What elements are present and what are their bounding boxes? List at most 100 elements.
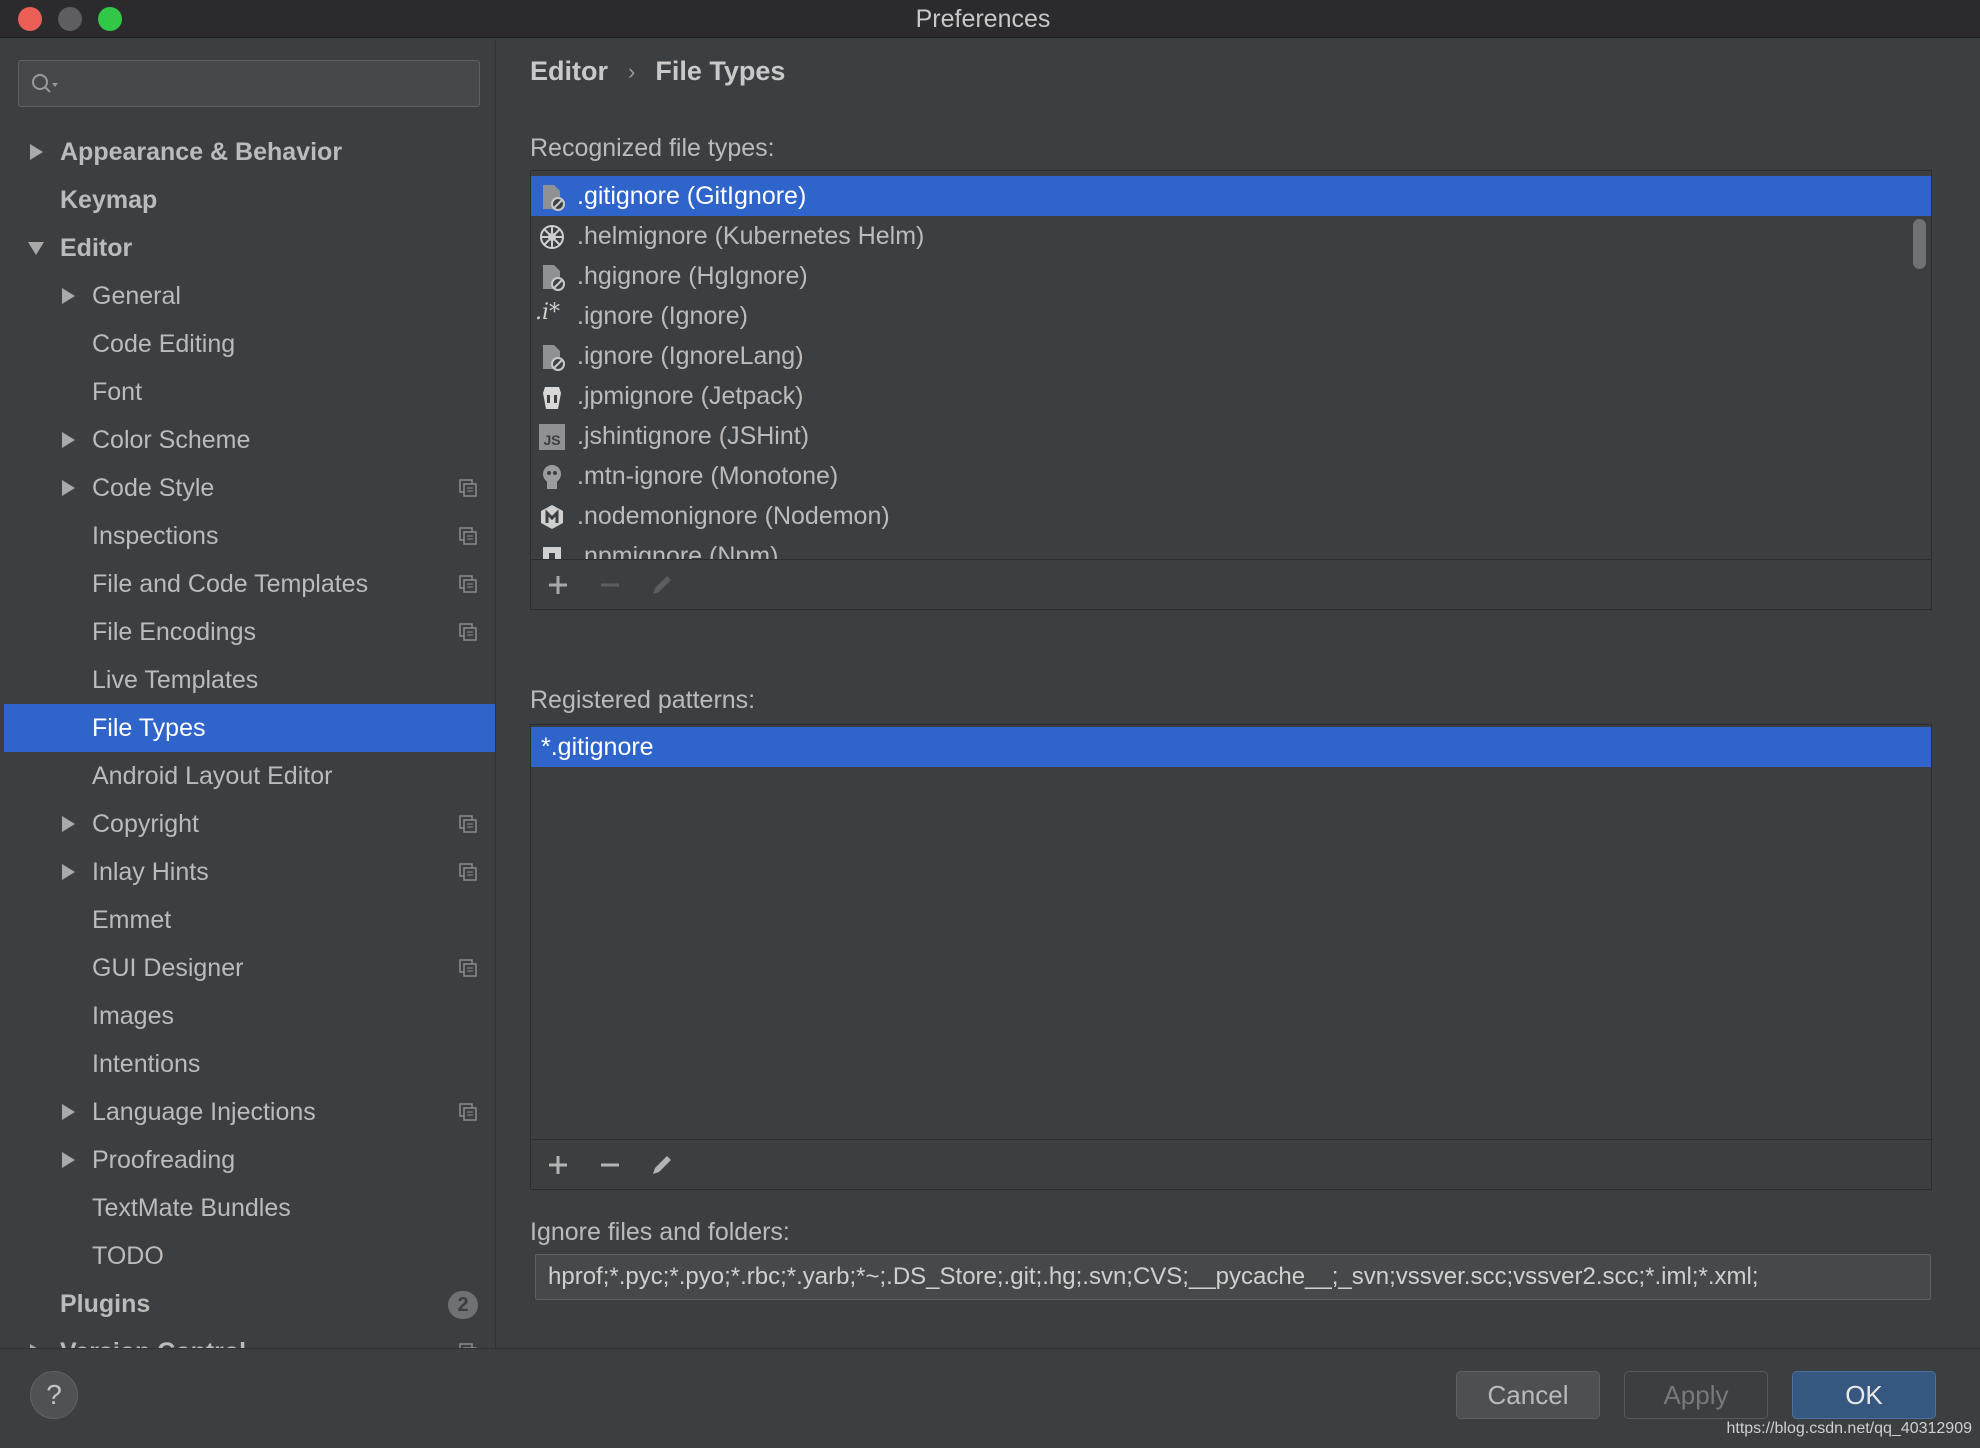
file-type-row[interactable]: .hgignore (HgIgnore) [531,256,1931,296]
sidebar-item-font[interactable]: Font [4,368,495,416]
ignore-file-icon [543,345,565,371]
add-pattern-button[interactable] [543,1150,573,1180]
sidebar-item-file-types[interactable]: File Types [4,704,495,752]
chevron-right-icon[interactable] [62,432,75,448]
ignore-files-input[interactable]: hprof;*.pyc;*.pyo;*.rbc;*.yarb;*~;.DS_St… [535,1254,1931,1300]
sidebar-item-label: Copyright [92,809,199,838]
sidebar-item-label: General [92,281,181,310]
remove-pattern-button[interactable] [595,1150,625,1180]
sidebar-item-proofreading[interactable]: Proofreading [4,1136,495,1184]
file-type-row[interactable]: .helmignore (Kubernetes Helm) [531,216,1931,256]
sidebar-item-appearance-behavior[interactable]: Appearance & Behavior [4,128,495,176]
cancel-button[interactable]: Cancel [1456,1371,1600,1419]
sidebar-item-keymap[interactable]: Keymap [4,176,495,224]
chevron-down-icon[interactable] [28,242,44,255]
sidebar-item-textmate-bundles[interactable]: TextMate Bundles [4,1184,495,1232]
file-type-row[interactable]: .jpmignore (Jetpack) [531,376,1931,416]
ignore-text-icon: .i* [535,300,561,325]
file-type-row[interactable]: .ignore (IgnoreLang) [531,336,1931,376]
sidebar-item-copyright[interactable]: Copyright [4,800,495,848]
sidebar-item-label: Code Style [92,473,215,502]
dialog-footer: ? Cancel Apply OK [0,1348,1980,1448]
sidebar-item-todo[interactable]: TODO [4,1232,495,1280]
chevron-right-icon[interactable] [62,288,75,304]
add-file-type-button[interactable] [543,570,573,600]
chevron-right-icon[interactable] [62,480,75,496]
chevron-right-icon[interactable] [62,1152,75,1168]
file-type-row[interactable]: .i* .ignore (Ignore) [531,296,1931,336]
breadcrumb-separator-icon: › [628,58,636,84]
sidebar-item-label: Inlay Hints [92,857,209,886]
sidebar-item-label: Emmet [92,905,172,934]
jshint-icon: JS [539,424,565,450]
sidebar-item-code-style[interactable]: Code Style [4,464,495,512]
sidebar-item-label: Android Layout Editor [92,761,333,790]
file-type-row[interactable]: .nodemonignore (Nodemon) [531,496,1931,536]
plugins-count-badge: 2 [448,1291,478,1319]
sidebar-item-intentions[interactable]: Intentions [4,1040,495,1088]
apply-button[interactable]: Apply [1624,1371,1768,1419]
sidebar-item-label: File Encodings [92,617,256,646]
file-types-list[interactable]: .gitignore (GitIgnore) .helmignore (Kuber… [530,170,1932,610]
sidebar-item-label: Editor [60,233,133,262]
sidebar-item-general[interactable]: General [4,272,495,320]
sidebar-item-plugins[interactable]: Plugins 2 [4,1280,495,1328]
project-level-icon [459,1103,477,1121]
sidebar-item-label: Appearance & Behavior [60,137,343,166]
edit-file-type-button[interactable] [647,570,677,600]
sidebar-item-images[interactable]: Images [4,992,495,1040]
sidebar-item-inspections[interactable]: Inspections [4,512,495,560]
file-type-row[interactable]: .gitignore (GitIgnore) [531,176,1931,216]
sidebar-item-editor[interactable]: Editor [4,224,495,272]
sidebar-item-file-code-templates[interactable]: File and Code Templates [4,560,495,608]
file-types-scrollbar[interactable] [1913,219,1926,269]
registered-patterns-label: Registered patterns: [530,686,756,714]
sidebar-item-label: Inspections [92,521,219,550]
project-level-icon [459,815,477,833]
ok-button[interactable]: OK [1792,1371,1936,1419]
helm-wheel-icon [540,225,564,249]
chevron-right-icon[interactable] [30,144,43,160]
sidebar-item-label: TODO [92,1241,164,1270]
file-type-label: .gitignore (GitIgnore) [577,181,807,210]
remove-file-type-button[interactable] [595,570,625,600]
ignore-files-label: Ignore files and folders: [530,1218,790,1246]
window-title: Preferences [915,5,1051,33]
sidebar-item-label: Live Templates [92,665,259,694]
project-level-icon [459,575,477,593]
sidebar-item-language-injections[interactable]: Language Injections [4,1088,495,1136]
registered-patterns-list[interactable]: *.gitignore [530,724,1932,1190]
file-type-row[interactable]: .mtn-ignore (Monotone) [531,456,1931,496]
file-type-row[interactable]: JS .jshintignore (JSHint) [531,416,1931,456]
svg-text:JS: JS [543,432,560,448]
sidebar-item-code-editing[interactable]: Code Editing [4,320,495,368]
sidebar-item-gui-designer[interactable]: GUI Designer [4,944,495,992]
sidebar-item-label: Language Injections [92,1097,316,1126]
chevron-right-icon[interactable] [62,864,75,880]
watermark-text: https://blog.csdn.net/qq_40312909 [1726,1420,1972,1437]
sidebar-item-inlay-hints[interactable]: Inlay Hints [4,848,495,896]
help-button[interactable]: ? [30,1371,78,1419]
sidebar-item-label: Images [92,1001,174,1030]
chevron-right-icon[interactable] [62,816,75,832]
sidebar-item-file-encodings[interactable]: File Encodings [4,608,495,656]
search-icon [32,74,58,93]
chevron-right-icon[interactable] [62,1104,75,1120]
project-level-icon [459,623,477,641]
sidebar-item-label: Color Scheme [92,425,251,454]
sidebar-item-version-control[interactable]: Version Control [4,1328,495,1348]
monotone-icon [543,465,561,489]
pattern-row[interactable]: *.gitignore [531,727,1931,767]
file-type-label: .helmignore (Kubernetes Helm) [577,221,925,250]
project-level-icon [459,479,477,497]
edit-pattern-button[interactable] [647,1150,677,1180]
sidebar-item-android-layout-editor[interactable]: Android Layout Editor [4,752,495,800]
sidebar-item-live-templates[interactable]: Live Templates [4,656,495,704]
project-level-icon [459,527,477,545]
breadcrumb-parent[interactable]: Editor [530,56,608,87]
patterns-toolbar [531,1139,1931,1189]
sidebar-item-emmet[interactable]: Emmet [4,896,495,944]
project-level-icon [459,863,477,881]
sidebar-item-color-scheme[interactable]: Color Scheme [4,416,495,464]
settings-search-input[interactable] [18,60,480,107]
